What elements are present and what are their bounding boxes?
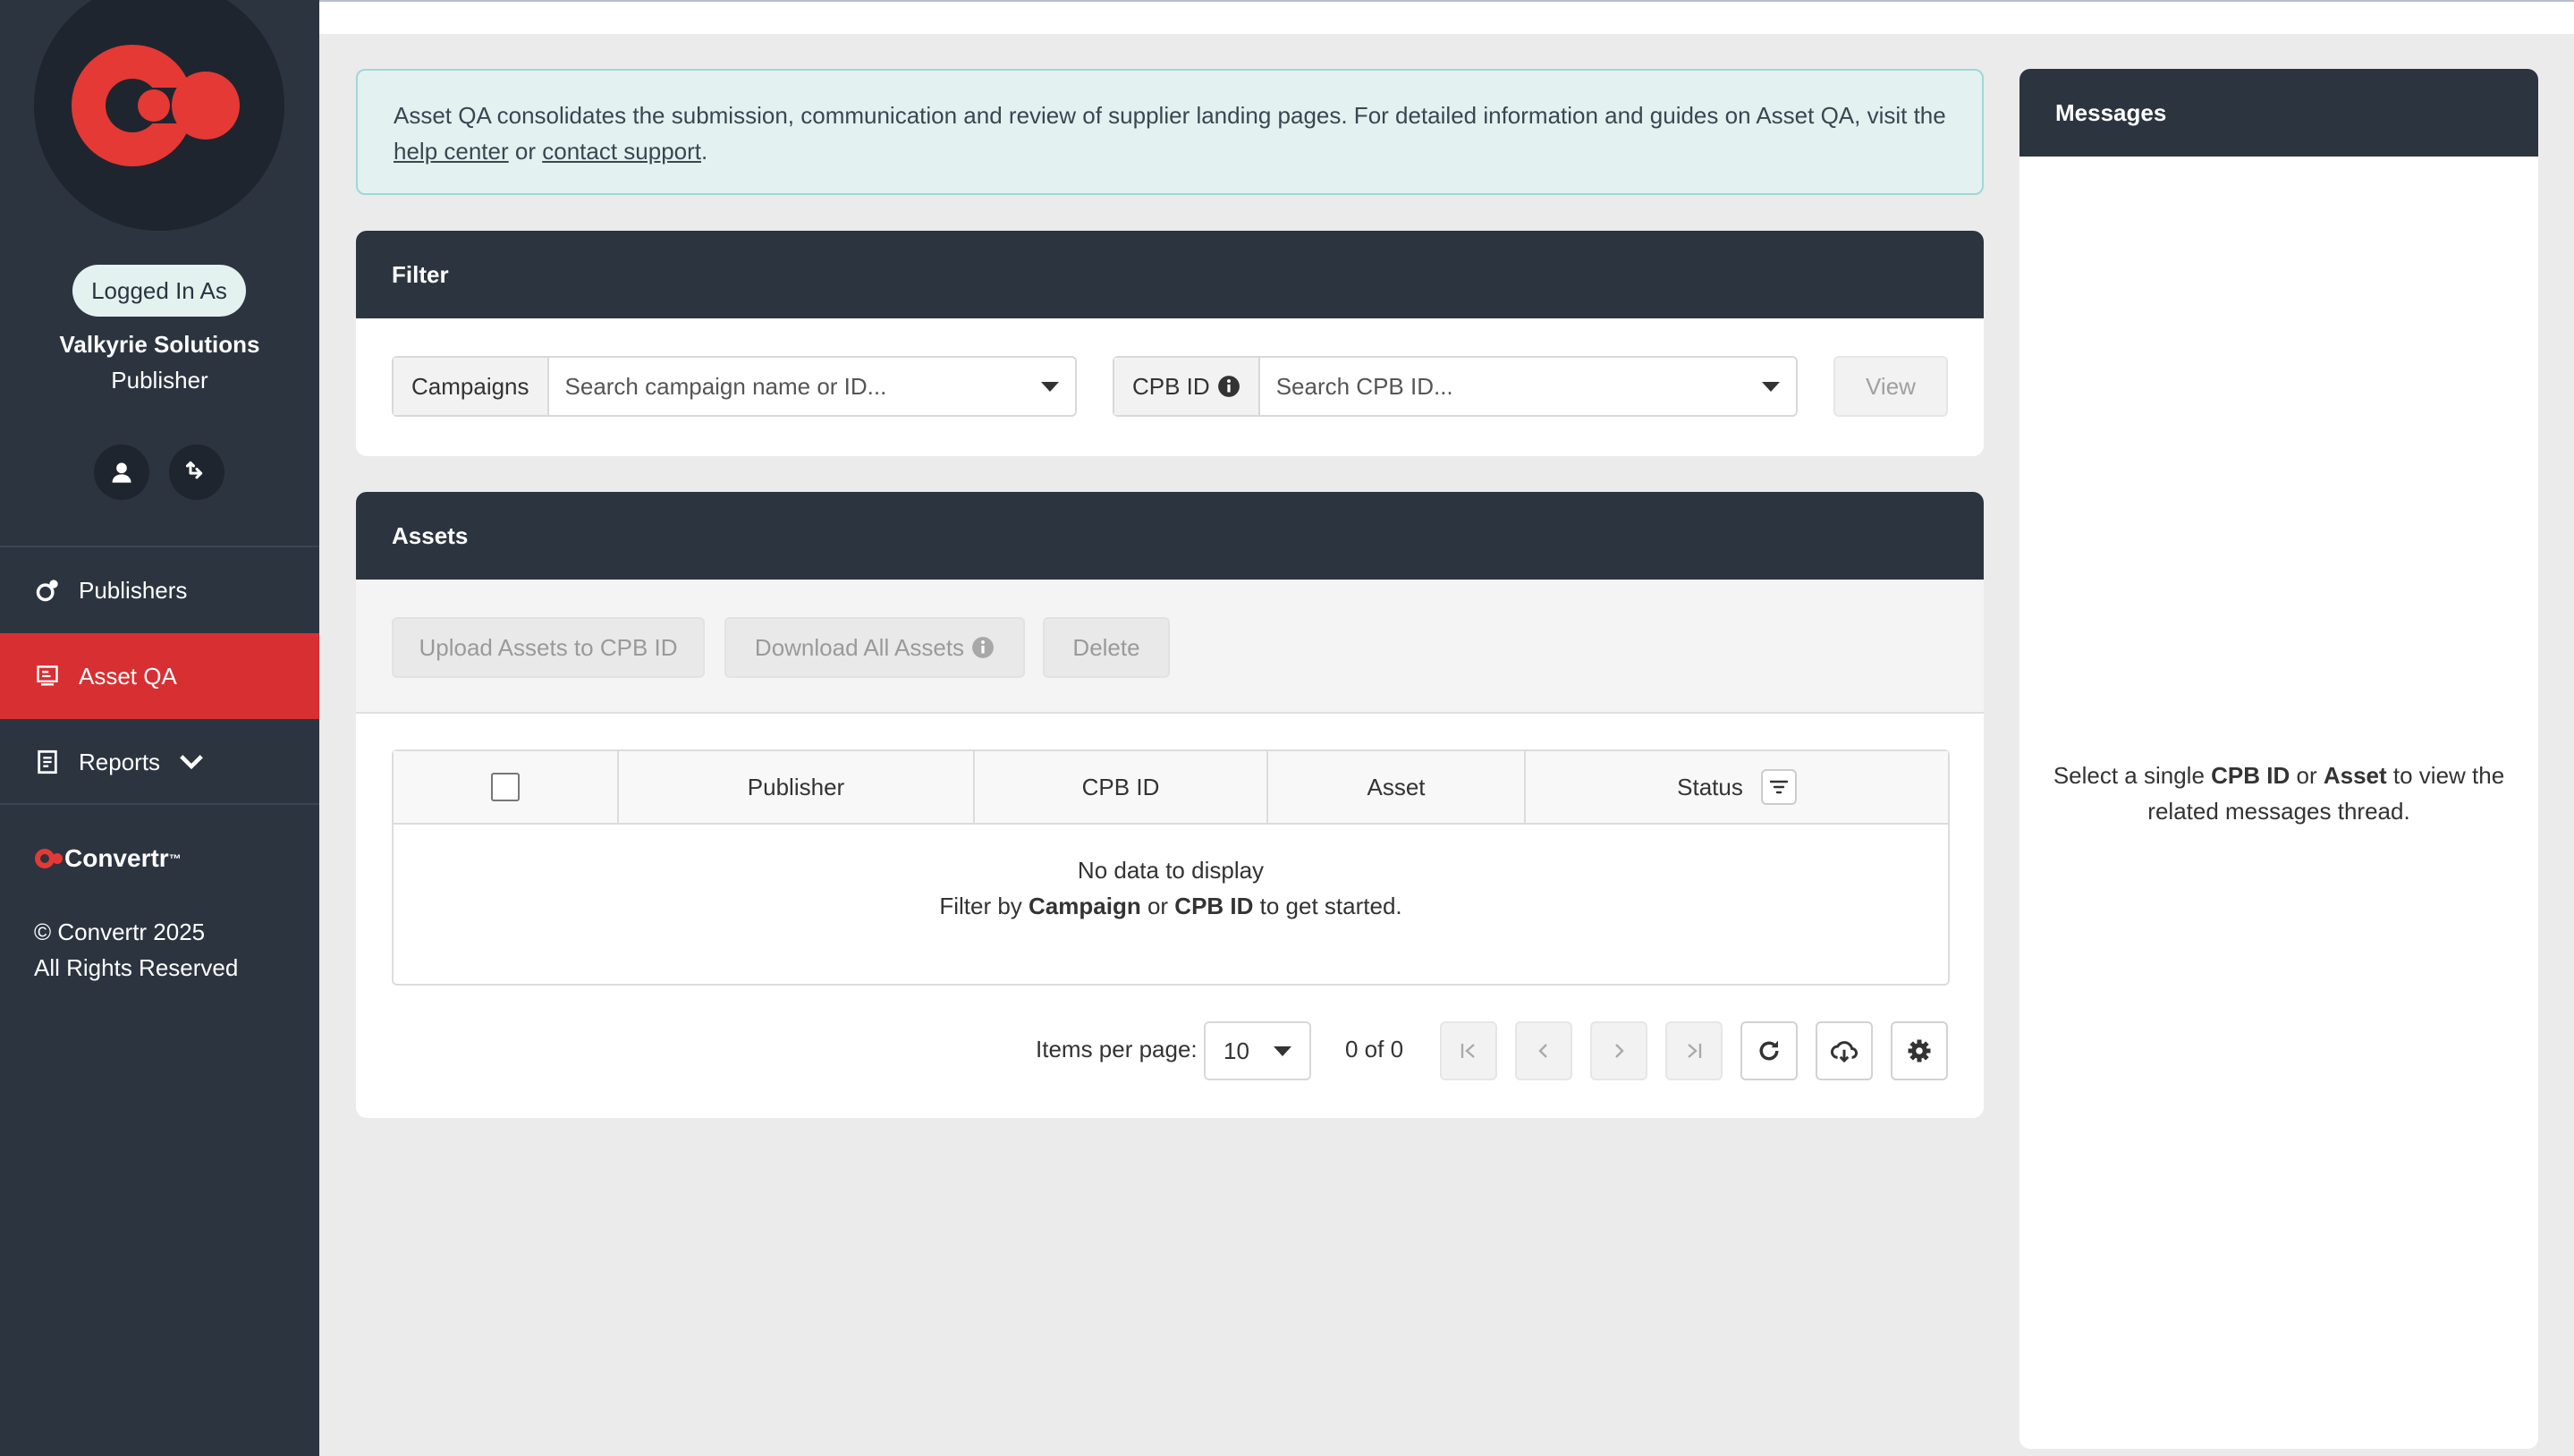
column-status-label: Status	[1677, 773, 1743, 800]
empty-message: No data to display	[1077, 857, 1265, 884]
hint-text: or	[1140, 893, 1175, 919]
gear-icon	[1908, 1039, 1931, 1062]
user-icon	[112, 462, 131, 483]
msg-text: or	[2290, 762, 2324, 789]
empty-hint: Filter by Campaign or CPB ID to get star…	[394, 893, 1948, 920]
nav-divider	[0, 803, 319, 805]
sidebar-item-label: Reports	[79, 748, 161, 775]
download-label: Download All Assets	[754, 633, 965, 661]
filter-card: Filter	[356, 231, 1984, 456]
previous-page-button[interactable]	[1515, 1021, 1572, 1080]
assets-table: Publisher CPB ID Asset Status No data to…	[392, 749, 1950, 986]
cpb-filter: CPB ID Search CPB ID...	[1113, 356, 1798, 417]
table-header: Publisher CPB ID Asset Status	[394, 751, 1948, 825]
campaigns-placeholder: Search campaign name or ID...	[564, 372, 887, 400]
cpb-label-text: CPB ID	[1132, 372, 1210, 400]
campaigns-select[interactable]: Search campaign name or ID...	[549, 358, 1075, 415]
chevron-down-icon	[180, 755, 203, 770]
cpb-label: CPB ID	[1114, 358, 1260, 415]
company-name: Valkyrie Solutions	[59, 331, 260, 358]
campaigns-filter: Campaigns Search campaign name or ID...	[392, 356, 1077, 417]
messages-empty-text: Select a single CPB ID or Asset to view …	[2019, 758, 2538, 829]
info-text: .	[701, 138, 708, 165]
copyright-line: © Convertr 2025	[34, 918, 206, 945]
help-center-link[interactable]: help center	[394, 138, 509, 165]
msg-cpb: CPB ID	[2211, 762, 2290, 789]
sidebar-item-asset-qa[interactable]: Asset QA	[0, 633, 319, 719]
filter-icon[interactable]	[1760, 769, 1797, 805]
column-publisher[interactable]: Publisher	[619, 751, 975, 823]
caret-down-icon	[1762, 381, 1780, 392]
sidebar-item-reports[interactable]: Reports	[0, 719, 319, 805]
info-text: or	[508, 138, 543, 165]
user-role: Publisher	[111, 367, 208, 394]
info-icon	[972, 637, 994, 658]
convertr-logo-icon	[72, 45, 240, 166]
page-size-select[interactable]: 10	[1204, 1021, 1311, 1080]
assets-title: Assets	[356, 492, 1984, 580]
contact-support-link[interactable]: contact support	[542, 138, 701, 165]
last-page-button[interactable]	[1665, 1021, 1723, 1080]
column-status[interactable]: Status	[1526, 751, 1948, 823]
chevron-left-icon	[1538, 1044, 1547, 1058]
trademark: ™	[168, 851, 182, 866]
brand-mark: Convertr ™	[34, 844, 182, 873]
switch-account-button[interactable]	[169, 444, 224, 500]
messages-panel: Messages Select a single CPB ID or Asset…	[2019, 69, 2538, 1449]
caret-down-icon	[1041, 381, 1059, 392]
column-cpb-id[interactable]: CPB ID	[975, 751, 1268, 823]
profile-button[interactable]	[94, 444, 149, 500]
campaigns-label: Campaigns	[394, 358, 549, 415]
refresh-icon	[1759, 1040, 1779, 1061]
sidebar-item-publishers[interactable]: Publishers	[0, 547, 319, 633]
view-button[interactable]: View	[1833, 356, 1948, 417]
brand-name: Convertr	[64, 844, 169, 872]
select-all-checkbox[interactable]	[491, 773, 520, 801]
app-logo[interactable]	[34, 0, 284, 231]
next-page-button[interactable]	[1590, 1021, 1647, 1080]
hint-cpb: CPB ID	[1174, 893, 1254, 919]
logged-in-badge: Logged In As	[72, 265, 246, 317]
sidebar-item-label: Asset QA	[79, 662, 177, 690]
messages-title: Messages	[2019, 69, 2538, 157]
refresh-button[interactable]	[1740, 1021, 1798, 1080]
hint-text: to get started.	[1253, 893, 1402, 919]
info-icon[interactable]	[1217, 375, 1240, 398]
report-icon	[34, 749, 61, 775]
last-page-icon	[1688, 1044, 1702, 1058]
chevron-right-icon	[1615, 1044, 1624, 1058]
sidebar: Logged In As Valkyrie Solutions Publishe…	[0, 0, 319, 1456]
convertr-small-logo-icon	[35, 849, 63, 868]
hint-text: Filter by	[939, 893, 1029, 919]
first-page-button[interactable]	[1440, 1021, 1497, 1080]
column-asset[interactable]: Asset	[1268, 751, 1526, 823]
msg-text: Select a single	[2053, 762, 2212, 789]
copyright: © Convertr 2025 All Rights Reserved	[34, 914, 238, 986]
delete-button[interactable]: Delete	[1043, 617, 1170, 678]
asset-qa-icon	[34, 663, 61, 690]
sidebar-item-label: Publishers	[79, 576, 188, 604]
first-page-icon	[1461, 1044, 1475, 1058]
msg-asset: Asset	[2323, 762, 2387, 789]
settings-button[interactable]	[1891, 1021, 1948, 1080]
publisher-icon	[34, 577, 61, 604]
cloud-download-icon	[1831, 1041, 1858, 1063]
download-button[interactable]	[1816, 1021, 1873, 1080]
select-all-cell	[394, 751, 619, 823]
items-per-page-label: Items per page:	[1036, 1036, 1198, 1062]
top-bar	[319, 0, 2574, 34]
upload-assets-button[interactable]: Upload Assets to CPB ID	[392, 617, 705, 678]
info-text: Asset QA consolidates the submission, co…	[394, 102, 1946, 129]
hint-campaign: Campaign	[1029, 893, 1141, 919]
caret-down-icon	[1274, 1045, 1291, 1056]
switch-icon	[185, 461, 203, 479]
filter-title: Filter	[356, 231, 1984, 318]
page-range: 0 of 0	[1345, 1036, 1404, 1062]
page-size-value: 10	[1223, 1037, 1249, 1064]
cpb-select[interactable]: Search CPB ID...	[1260, 358, 1796, 415]
download-all-assets-button[interactable]: Download All Assets	[724, 617, 1025, 678]
info-banner: Asset QA consolidates the submission, co…	[356, 69, 1984, 195]
cpb-placeholder: Search CPB ID...	[1275, 372, 1453, 400]
rights-line: All Rights Reserved	[34, 954, 239, 981]
